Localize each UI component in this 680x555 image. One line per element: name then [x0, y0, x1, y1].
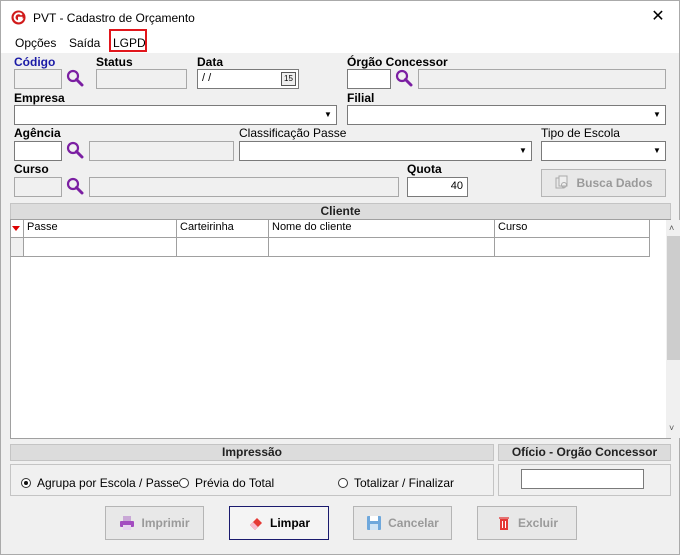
radio-previa-label: Prévia do Total	[195, 476, 275, 490]
cliente-header: Cliente	[10, 203, 671, 220]
calendar-icon[interactable]: 15	[281, 72, 296, 86]
busca-dados-button[interactable]: Busca Dados	[541, 169, 666, 197]
printer-icon	[120, 516, 135, 530]
table-row[interactable]	[269, 238, 495, 257]
agencia-description	[89, 141, 234, 161]
radio-agrupa[interactable]	[21, 478, 31, 488]
column-carteirinha[interactable]: Carteirinha	[177, 220, 269, 238]
app-logo-icon	[11, 10, 26, 25]
chevron-down-icon: ▼	[321, 107, 335, 123]
chevron-down-icon: ▼	[650, 107, 664, 123]
status-label: Status	[96, 55, 133, 69]
imprimir-label: Imprimir	[141, 516, 190, 530]
data-value: / /	[202, 72, 212, 84]
oficio-header: Ofício - Orgão Concessor	[498, 444, 671, 461]
search-documents-icon	[555, 175, 568, 189]
quota-label: Quota	[407, 162, 442, 176]
chevron-down-icon: ▼	[516, 143, 530, 159]
empresa-label: Empresa	[14, 91, 65, 105]
oficio-input[interactable]	[521, 469, 644, 489]
menu-opcoes[interactable]: Opções	[15, 36, 56, 50]
classificacao-passe-select[interactable]: ▼	[239, 141, 532, 161]
chevron-down-icon: ▼	[650, 143, 664, 159]
classificacao-passe-label: Classificação Passe	[239, 126, 347, 140]
search-icon[interactable]	[66, 141, 84, 159]
orgao-concessor-label: Órgão Concessor	[347, 55, 448, 69]
agencia-input[interactable]	[14, 141, 62, 161]
limpar-label: Limpar	[269, 516, 310, 530]
menu-lgpd-highlight	[109, 29, 147, 52]
quota-input[interactable]: 40	[407, 177, 468, 197]
orgao-concessor-description	[418, 69, 666, 89]
codigo-label: Código	[14, 55, 56, 69]
filial-select[interactable]: ▼	[347, 105, 666, 125]
cliente-grid[interactable]: Passe Carteirinha Nome do cliente Curso …	[10, 219, 680, 439]
trash-icon	[498, 517, 509, 530]
table-row-indicator	[11, 238, 24, 257]
empresa-select[interactable]: ▼	[14, 105, 337, 125]
busca-dados-label: Busca Dados	[576, 176, 653, 190]
cancelar-button[interactable]: Cancelar	[353, 506, 452, 540]
title-bar: PVT - Cadastro de Orçamento ✕	[1, 1, 679, 32]
impressao-group: Agrupa por Escola / Passe Prévia do Tota…	[10, 464, 494, 496]
scroll-up-icon[interactable]: ˄	[669, 223, 674, 233]
table-row[interactable]	[177, 238, 269, 257]
window-title: PVT - Cadastro de Orçamento	[33, 11, 195, 25]
orgao-concessor-input[interactable]	[347, 69, 391, 89]
eraser-icon	[249, 518, 262, 530]
scroll-down-icon[interactable]: ˅	[669, 423, 674, 433]
excluir-button[interactable]: Excluir	[477, 506, 577, 540]
menu-bar: Opções Saída LGPD	[1, 32, 679, 53]
main-window: PVT - Cadastro de Orçamento ✕ Opções Saí…	[0, 0, 680, 555]
cancelar-label: Cancelar	[388, 516, 439, 530]
column-passe[interactable]: Passe	[24, 220, 177, 238]
search-icon[interactable]	[395, 69, 413, 87]
limpar-button[interactable]: Limpar	[229, 506, 329, 540]
radio-previa[interactable]	[179, 478, 189, 488]
oficio-group	[498, 464, 671, 496]
tipo-escola-select[interactable]: ▼	[541, 141, 666, 161]
data-label: Data	[197, 55, 224, 69]
vertical-scrollbar[interactable]: ˄ ˅	[666, 220, 680, 438]
excluir-label: Excluir	[517, 516, 559, 530]
curso-label: Curso	[14, 162, 49, 176]
table-row[interactable]	[24, 238, 177, 257]
column-curso[interactable]: Curso	[495, 220, 650, 238]
scrollbar-thumb[interactable]	[667, 236, 680, 360]
radio-agrupa-label: Agrupa por Escola / Passe	[37, 476, 180, 490]
curso-description	[89, 177, 399, 197]
codigo-input[interactable]	[14, 69, 62, 89]
filial-label: Filial	[347, 91, 375, 105]
tipo-escola-label: Tipo de Escola	[541, 126, 620, 140]
search-icon[interactable]	[66, 177, 84, 195]
radio-totalizar-label: Totalizar / Finalizar	[354, 476, 455, 490]
row-indicator-header	[11, 220, 24, 238]
menu-saida[interactable]: Saída	[69, 36, 100, 50]
close-icon[interactable]: ✕	[649, 8, 667, 26]
status-field	[96, 69, 187, 89]
sort-arrow-icon	[12, 226, 20, 231]
radio-totalizar[interactable]	[338, 478, 348, 488]
data-input[interactable]: / / 15	[197, 69, 299, 89]
save-disk-icon	[367, 516, 382, 530]
impressao-header: Impressão	[10, 444, 494, 461]
table-row[interactable]	[495, 238, 650, 257]
imprimir-button[interactable]: Imprimir	[105, 506, 204, 540]
agencia-label: Agência	[14, 126, 61, 140]
curso-input[interactable]	[14, 177, 62, 197]
column-nome-cliente[interactable]: Nome do cliente	[269, 220, 495, 238]
search-icon[interactable]	[66, 69, 84, 87]
